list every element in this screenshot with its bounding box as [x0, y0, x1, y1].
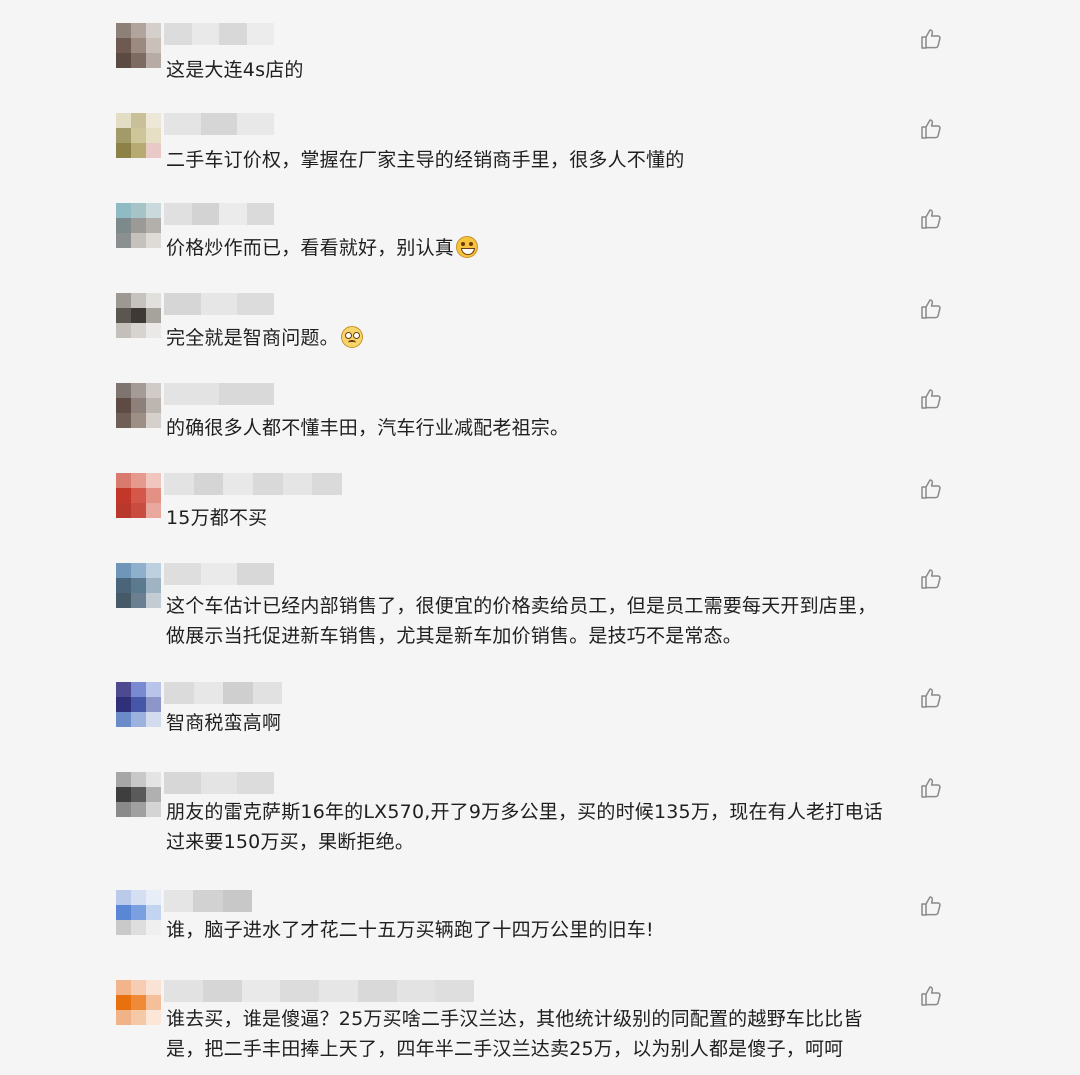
username-redacted[interactable]	[164, 203, 274, 225]
thumbs-up-icon[interactable]	[919, 207, 943, 231]
thumbs-up-icon[interactable]	[919, 117, 943, 141]
thumbs-up-icon[interactable]	[919, 27, 943, 51]
username-redacted[interactable]	[164, 23, 274, 45]
avatar[interactable]	[116, 383, 161, 428]
thumbs-up-icon[interactable]	[919, 776, 943, 800]
comment-text: 这个车估计已经内部销售了，很便宜的价格卖给员工，但是员工需要每天开到店里， 做展…	[166, 595, 877, 647]
avatar[interactable]	[116, 113, 161, 158]
worried-face-emoji	[340, 326, 363, 348]
avatar[interactable]	[116, 980, 161, 1025]
thumbs-up-icon[interactable]	[919, 984, 943, 1008]
avatar[interactable]	[116, 772, 161, 817]
comment-text: 价格炒作而已，看看就好，别认真	[166, 233, 936, 263]
avatar[interactable]	[116, 563, 161, 608]
comment-text: 智商税蛮高啊	[166, 712, 282, 734]
comment-text: 的确很多人都不懂丰田，汽车行业减配老祖宗。	[166, 417, 570, 439]
username-redacted[interactable]	[164, 563, 275, 585]
thumbs-up-icon[interactable]	[919, 567, 943, 591]
comment-text: 15万都不买	[166, 507, 268, 529]
username-redacted[interactable]	[164, 890, 252, 912]
thumbs-up-icon[interactable]	[919, 894, 943, 918]
comment-text: 朋友的雷克萨斯16年的LX570,开了9万多公里，买的时候135万，现在有人老打…	[166, 801, 883, 853]
comment-text: 谁去买，谁是傻逼？25万买啥二手汉兰达，其他统计级别的同配置的越野车比比皆 是，…	[166, 1008, 863, 1060]
username-redacted[interactable]	[164, 980, 474, 1002]
grinning-face-emoji	[456, 236, 479, 258]
thumbs-up-icon[interactable]	[919, 477, 943, 501]
thumbs-up-icon[interactable]	[919, 686, 943, 710]
username-redacted[interactable]	[164, 473, 343, 495]
thumbs-up-icon[interactable]	[919, 297, 943, 321]
username-redacted[interactable]	[164, 293, 275, 315]
comment-feed: 这是大连4s店的 二手车订价权，掌握在厂家主导的经销商手里，很多人不懂的 价格炒…	[0, 0, 1080, 1075]
username-redacted[interactable]	[164, 682, 282, 704]
avatar[interactable]	[116, 682, 161, 727]
comment-text: 谁，脑子进水了才花二十五万买辆跑了十四万公里的旧车!	[166, 919, 654, 941]
avatar[interactable]	[116, 293, 161, 338]
comment-text: 完全就是智商问题。	[166, 323, 936, 353]
comment-text: 二手车订价权，掌握在厂家主导的经销商手里，很多人不懂的	[166, 149, 685, 171]
username-redacted[interactable]	[164, 113, 275, 135]
thumbs-up-icon[interactable]	[919, 387, 943, 411]
comment-text: 这是大连4s店的	[166, 59, 304, 81]
username-redacted[interactable]	[164, 772, 275, 794]
username-redacted[interactable]	[164, 383, 274, 405]
avatar[interactable]	[116, 23, 161, 68]
avatar[interactable]	[116, 203, 161, 248]
avatar[interactable]	[116, 890, 161, 935]
avatar[interactable]	[116, 473, 161, 518]
